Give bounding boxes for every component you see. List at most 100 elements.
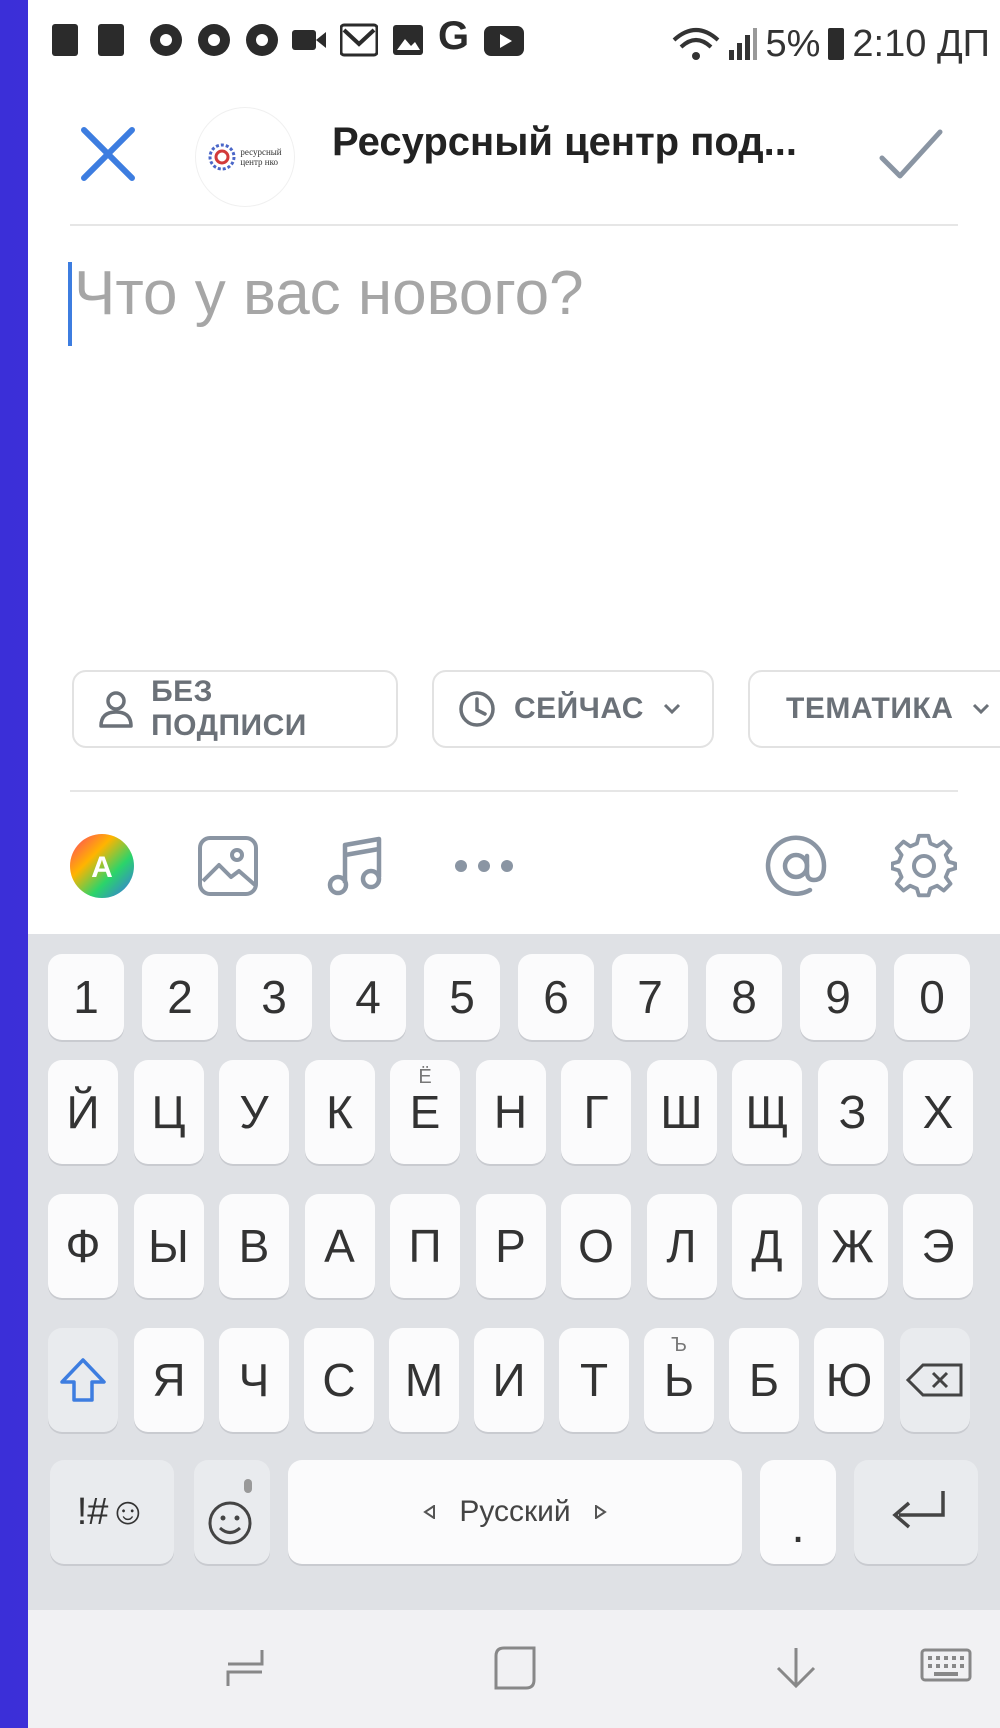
letter-key[interactable]: Р (475, 1194, 546, 1298)
header-divider (70, 224, 958, 226)
letter-key[interactable]: Ф (48, 1194, 118, 1298)
letter-key[interactable]: Б (729, 1328, 799, 1432)
keyboard-icon (920, 1648, 972, 1682)
letter-key[interactable]: И (474, 1328, 544, 1432)
gear-icon (891, 833, 957, 898)
letter-key[interactable]: ЁЕ (390, 1060, 460, 1164)
letter-key[interactable]: М (389, 1328, 459, 1432)
close-icon[interactable] (70, 116, 146, 192)
key-alt-label: Ё (418, 1066, 432, 1088)
letter-key[interactable]: Н (475, 1060, 546, 1164)
letter-key[interactable]: П (390, 1194, 460, 1298)
at-sign-icon (765, 835, 827, 896)
letter-key[interactable]: О (561, 1194, 631, 1298)
key-alt-label: Ъ (671, 1334, 687, 1356)
back-button[interactable] (766, 1638, 826, 1698)
space-key[interactable]: Русский (288, 1460, 742, 1564)
number-key[interactable]: 2 (142, 954, 218, 1040)
music-note-icon (327, 836, 382, 896)
letter-key[interactable]: Л (646, 1194, 717, 1298)
letter-key[interactable]: ЪЬ (644, 1328, 714, 1432)
enter-key[interactable] (854, 1460, 978, 1564)
number-key[interactable]: 9 (800, 954, 876, 1040)
google-icon: G (438, 14, 470, 58)
letter-key[interactable]: Д (732, 1194, 802, 1298)
chrome-icon (198, 24, 230, 56)
community-avatar[interactable]: ресурсный центр нко (196, 108, 294, 206)
number-key[interactable]: 0 (894, 954, 970, 1040)
keyboard-switch-button[interactable] (916, 1638, 976, 1698)
chrome-icon (246, 24, 278, 56)
letter-key[interactable]: Я (134, 1328, 204, 1432)
battery-alert-icon (98, 24, 124, 56)
shift-arrow-icon (60, 1358, 106, 1402)
shift-key[interactable] (48, 1328, 118, 1432)
schedule-chip[interactable]: СЕЙЧАС (432, 670, 714, 748)
post-settings-button[interactable] (884, 826, 964, 906)
letter-key[interactable]: Й (48, 1060, 118, 1164)
community-logo-icon (208, 143, 236, 171)
number-key[interactable]: 4 (330, 954, 406, 1040)
letter-key[interactable]: У (219, 1060, 289, 1164)
letter-key[interactable]: Т (559, 1328, 629, 1432)
letter-key[interactable]: З (817, 1060, 888, 1164)
keyboard: 1234567890 ЙЦУКЁЕНГШЩЗХ ФЫВАПРОЛДЖЭ ЯЧСМ… (28, 934, 1000, 1610)
gmail-icon (340, 23, 378, 57)
number-key[interactable]: 1 (48, 954, 124, 1040)
letter-key[interactable]: Щ (732, 1060, 802, 1164)
caret-right-icon (594, 1505, 607, 1519)
letter-key[interactable]: К (304, 1060, 375, 1164)
clock: 2:10 ДП (852, 22, 990, 65)
caret-left-icon (423, 1505, 436, 1519)
letter-key[interactable]: Г (561, 1060, 631, 1164)
letter-key[interactable]: Ш (646, 1060, 717, 1164)
home-button[interactable] (484, 1638, 544, 1698)
number-key[interactable]: 8 (706, 954, 782, 1040)
letter-key[interactable]: Ю (814, 1328, 884, 1432)
youtube-icon (484, 26, 524, 56)
signal-icon (728, 28, 757, 60)
navigation-bar (28, 1610, 1000, 1728)
post-text-field[interactable]: Что у вас нового? (68, 248, 958, 368)
letter-key[interactable]: Ж (817, 1194, 888, 1298)
signature-chip[interactable]: БЕЗ ПОДПИСИ (72, 670, 398, 748)
letter-key[interactable]: С (304, 1328, 374, 1432)
color-text-icon: A (70, 834, 134, 898)
logo-text: ресурсный центр нко (240, 147, 281, 167)
topic-chip[interactable]: ТЕМАТИКА (748, 670, 1000, 748)
music-button[interactable] (316, 826, 396, 906)
checkmark-icon[interactable] (876, 118, 946, 188)
post-header: ресурсный центр нко Ресурсный центр под.… (28, 86, 1000, 224)
mention-button[interactable] (756, 826, 836, 906)
key-label: Е (409, 1086, 441, 1138)
letter-key[interactable]: Ч (219, 1328, 289, 1432)
chevron-down-icon (663, 703, 680, 715)
number-key[interactable]: 5 (424, 954, 500, 1040)
recent-apps-button[interactable] (216, 1638, 276, 1698)
emoji-mic-icon (208, 1479, 252, 1545)
letter-key[interactable]: Х (903, 1060, 973, 1164)
enter-icon (892, 1491, 945, 1529)
emoji-key[interactable] (194, 1460, 270, 1564)
photo-button[interactable] (188, 826, 268, 906)
text-style-button[interactable]: A (62, 826, 142, 906)
letter-key[interactable]: Э (903, 1194, 973, 1298)
number-key[interactable]: 7 (612, 954, 688, 1040)
toolbar-divider (70, 790, 958, 792)
space-key-label: Русский (459, 1495, 571, 1528)
more-button[interactable] (444, 826, 524, 906)
letter-key[interactable]: А (304, 1194, 375, 1298)
clock-icon (459, 691, 495, 727)
period-key[interactable]: . (760, 1460, 836, 1564)
symbols-key[interactable]: !#☺ (50, 1460, 174, 1564)
backspace-key[interactable] (900, 1328, 970, 1432)
schedule-chip-label: СЕЙЧАС (514, 692, 644, 725)
letter-key[interactable]: Ц (133, 1060, 204, 1164)
key-label: Ь (663, 1354, 695, 1406)
phone-screen: G 5% 2:10 ДП ресурсный центр нко Ресурсн… (28, 0, 1000, 1728)
number-key[interactable]: 6 (518, 954, 594, 1040)
letter-key[interactable]: Ы (133, 1194, 204, 1298)
number-key[interactable]: 3 (236, 954, 312, 1040)
letter-key[interactable]: В (219, 1194, 289, 1298)
community-title[interactable]: Ресурсный центр под... (332, 120, 797, 165)
